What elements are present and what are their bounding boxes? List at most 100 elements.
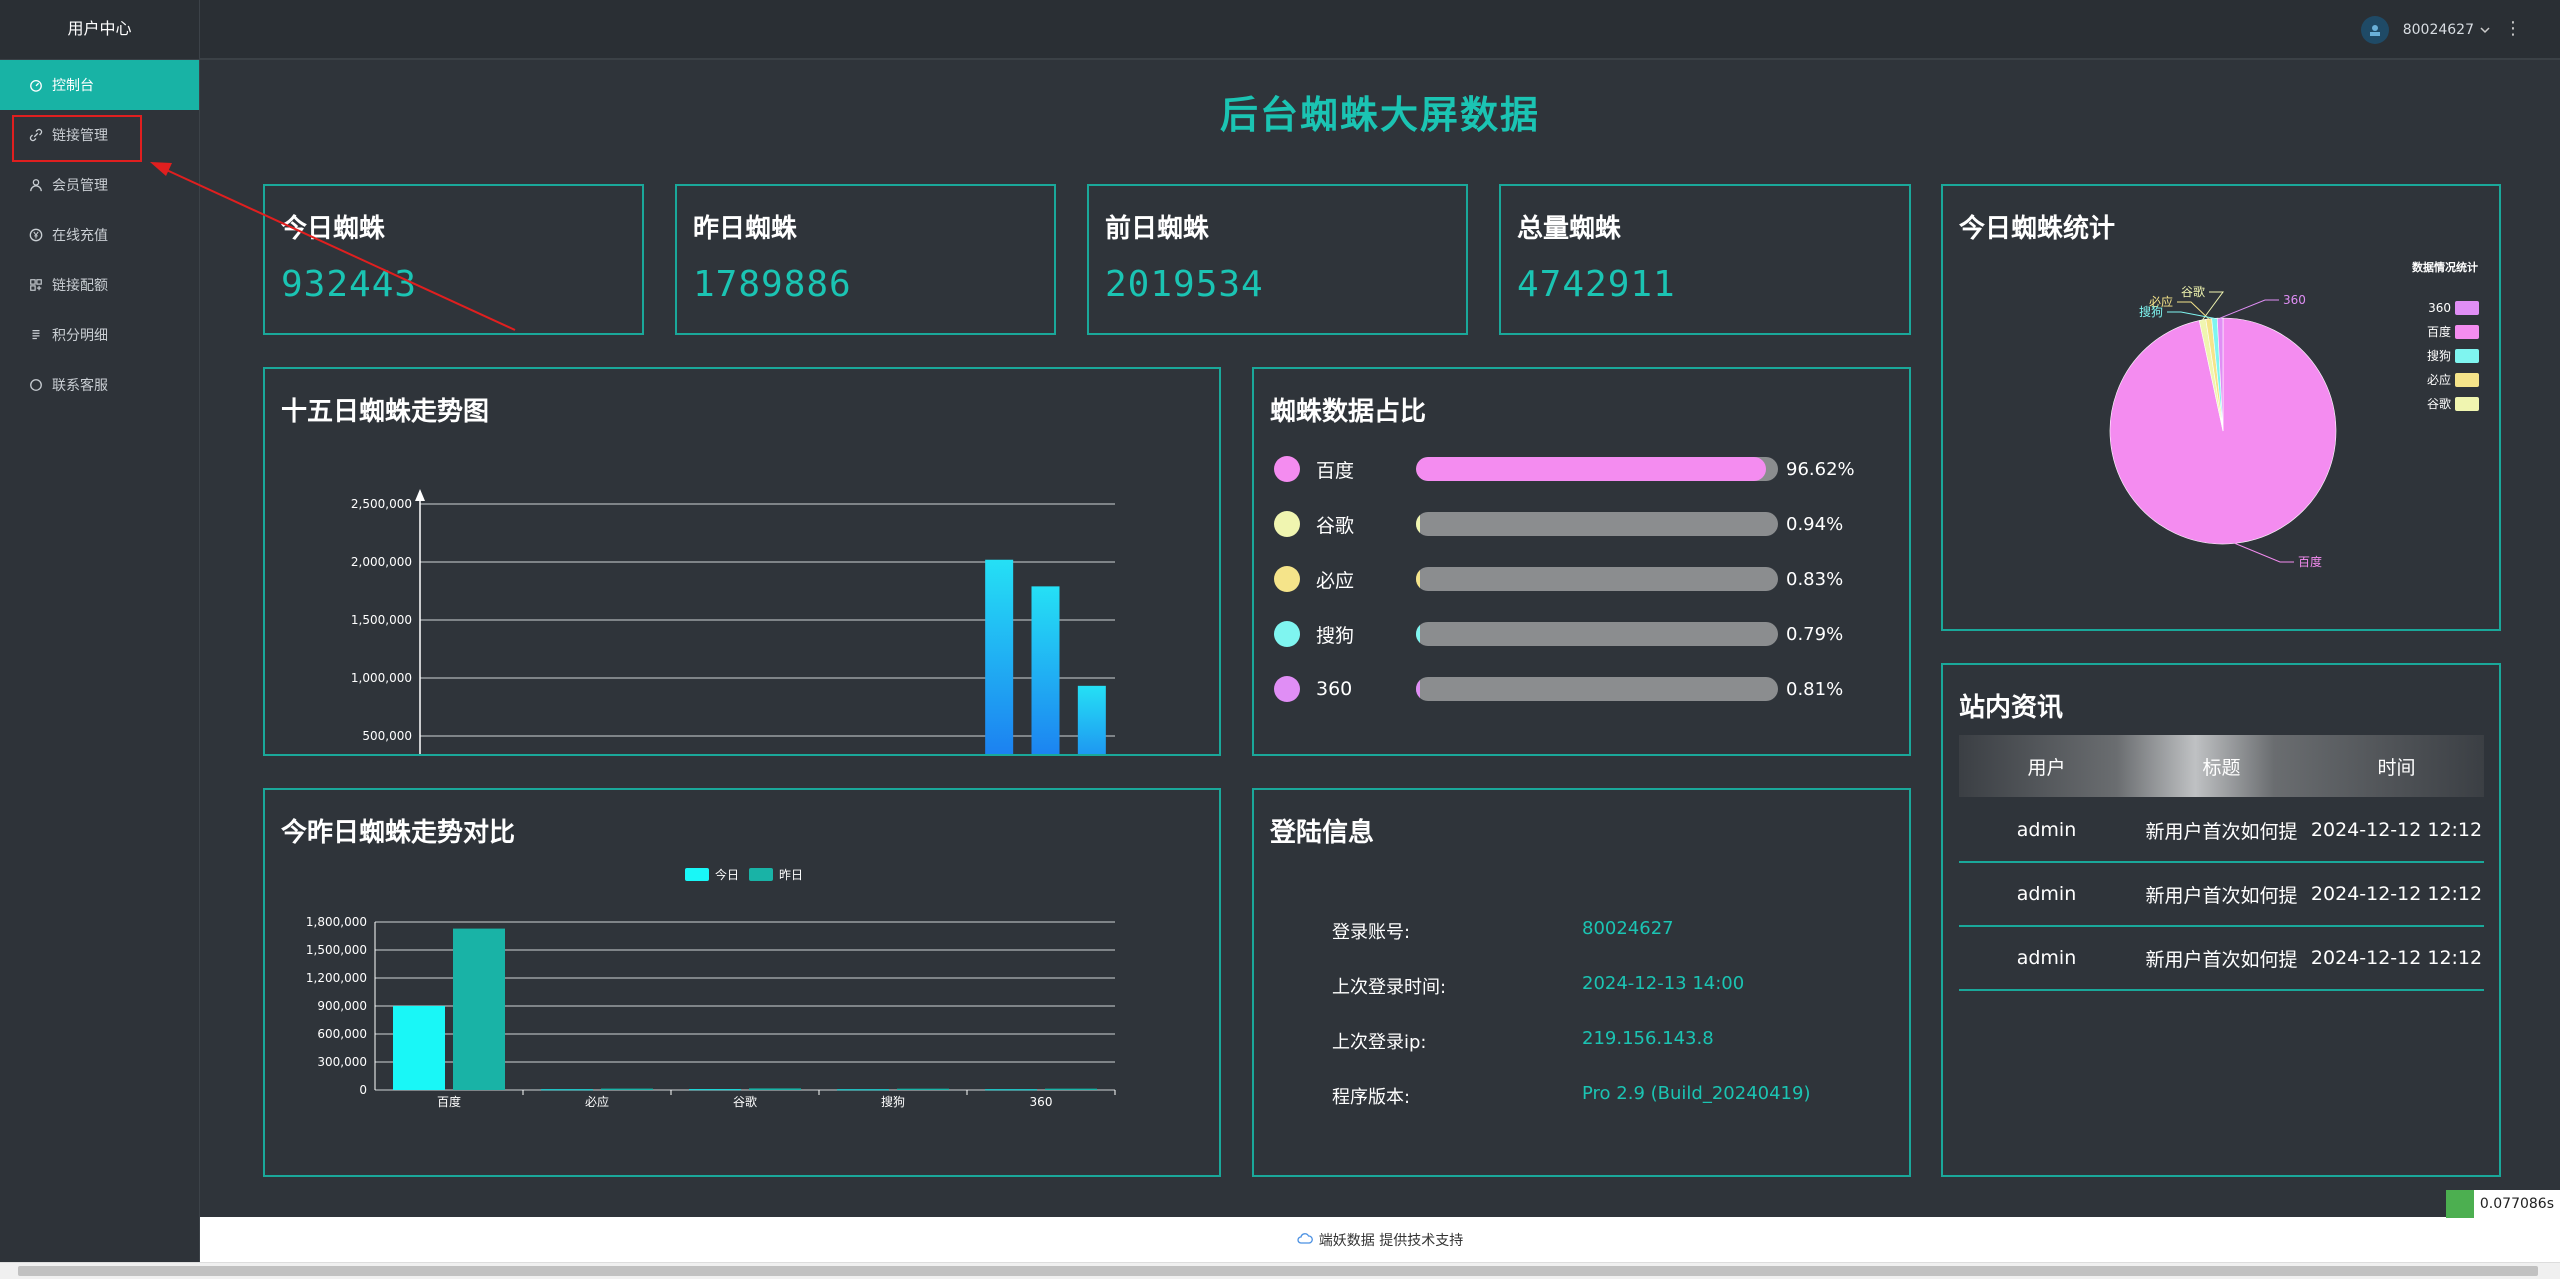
stat-card-total: 总量蜘蛛 4742911 [1499, 184, 1911, 335]
login-value: 219.156.143.8 [1582, 1028, 1714, 1049]
yen-icon [28, 227, 44, 243]
compare-chart: 今日 昨日 0 300,000 600,000 900,000 1,200,000 1,500… [306, 867, 1116, 1109]
sidebar-item-member-management[interactable]: 会员管理 [0, 160, 199, 210]
news-title[interactable]: 新用户首次如何提 [2134, 881, 2309, 908]
ratio-name: 搜狗 [1316, 624, 1355, 647]
stat-label: 前日蜘蛛 [1105, 214, 1210, 244]
legend-label: 昨日 [779, 868, 803, 882]
bar [837, 1089, 889, 1091]
x-tick-label: 搜狗 [881, 1094, 905, 1109]
login-info-card: 登陆信息 登录账号: 80024627 上次登录时间: 2024-12-13 1… [1252, 788, 1911, 1177]
legend-label: 今日 [715, 867, 739, 882]
trend-card: 十五日蜘蛛走势图 0500,0001,000,0001,500,0002,000… [263, 367, 1221, 756]
card-title: 站内资讯 [1959, 693, 2064, 723]
ratio-row: 搜狗 0.79% [1274, 614, 1874, 654]
cloud-icon [1297, 1232, 1313, 1248]
avatar [2360, 16, 2389, 44]
news-title[interactable]: 新用户首次如何提 [2134, 817, 2309, 844]
y-tick-label: 1,500,000 [351, 613, 412, 627]
legend-label: 谷歌 [2427, 396, 2451, 411]
table-row[interactable]: admin 新用户首次如何提 2024-12-12 12:12 [1959, 799, 2484, 863]
login-value: Pro 2.9 (Build_20240419) [1582, 1083, 1811, 1104]
stat-card-today: 今日蜘蛛 932443 [263, 184, 644, 335]
sidebar-item-contact-support[interactable]: 联系客服 [0, 360, 199, 410]
user-menu[interactable]: 80024627 [2360, 16, 2490, 44]
bar [1031, 586, 1060, 754]
table-row[interactable]: admin 新用户首次如何提 2024-12-12 12:12 [1959, 863, 2484, 927]
sidebar-item-label: 在线充值 [52, 228, 108, 244]
footer-text: 端妖数据 提供技术支持 [1318, 1232, 1464, 1249]
list-icon [28, 327, 44, 343]
stat-card-yesterday: 昨日蜘蛛 1789886 [675, 184, 1056, 335]
stat-label: 总量蜘蛛 [1517, 214, 1622, 244]
login-label: 登录账号: [1332, 922, 1411, 943]
x-tick-label: 百度 [437, 1094, 461, 1109]
legend-swatch [685, 868, 709, 881]
y-tick-label: 1,500,000 [306, 943, 367, 957]
ratio-track [1416, 457, 1778, 481]
legend-swatch [2455, 373, 2479, 387]
news-time: 2024-12-12 12:12 [2310, 883, 2483, 905]
ratio-track [1416, 512, 1778, 536]
stat-value: 4742911 [1517, 264, 1676, 305]
pie-label: 谷歌 [2181, 284, 2205, 299]
bar [985, 559, 1014, 754]
legend-dot [1274, 676, 1300, 702]
compare-card: 今昨日蜘蛛走势对比 今日 昨日 0 300,000 600,000 900,000 1,20… [263, 788, 1221, 1177]
news-time: 2024-12-12 12:12 [2310, 947, 2483, 969]
stat-value: 1789886 [693, 264, 852, 305]
y-tick-label: 300,000 [317, 1055, 367, 1069]
trend-chart: 0500,0001,000,0001,500,0002,000,0002,500… [351, 489, 1115, 754]
main-content: 后台蜘蛛大屏数据 今日蜘蛛 932443 昨日蜘蛛 1789886 前日蜘蛛 2… [200, 62, 2560, 1217]
ratio-row: 百度 96.62% [1274, 449, 1874, 489]
column-header: 标题 [2202, 756, 2241, 779]
sidebar-item-points-detail[interactable]: 积分明细 [0, 310, 199, 360]
table-row[interactable]: admin 新用户首次如何提 2024-12-12 12:12 [1959, 927, 2484, 991]
sidebar-item-dashboard[interactable]: 控制台 [0, 60, 199, 110]
login-row-last-ip: 上次登录ip: 219.156.143.8 [1332, 1028, 1892, 1054]
more-vertical-icon[interactable]: ⋮ [2504, 18, 2522, 39]
sidebar-item-label: 会员管理 [52, 178, 108, 194]
legend-label: 百度 [2427, 324, 2451, 339]
news-title[interactable]: 新用户首次如何提 [2134, 945, 2309, 972]
ratio-fill [1416, 512, 1420, 536]
sidebar-item-recharge[interactable]: 在线充值 [0, 210, 199, 260]
stat-value: 2019534 [1105, 264, 1264, 305]
x-tick-label: 谷歌 [733, 1094, 757, 1109]
chat-icon [28, 377, 44, 393]
y-tick-label: 1,000,000 [351, 671, 412, 685]
scrollbar-thumb[interactable] [18, 1266, 2538, 1276]
legend-swatch [749, 868, 773, 881]
pie-card: 今日蜘蛛统计 百度 谷歌 必应 搜狗 360 数据情况统计 360 百度 搜狗 必应 谷歌 [1941, 184, 2501, 631]
sidebar-title: 用户中心 [0, 0, 199, 60]
user-icon [28, 177, 44, 193]
sidebar-item-link-quota[interactable]: 链接配额 [0, 260, 199, 310]
y-tick-label: 900,000 [317, 999, 367, 1013]
y-tick-label: 2,500,000 [351, 497, 412, 511]
leader-line [2234, 542, 2294, 563]
login-label: 上次登录时间: [1332, 977, 1447, 998]
y-axis-arrow [415, 489, 425, 501]
sidebar-item-label: 链接配额 [52, 278, 108, 294]
ratio-percent: 0.94% [1786, 513, 1844, 535]
stat-card-day-before: 前日蜘蛛 2019534 [1087, 184, 1468, 335]
ratio-percent: 96.62% [1786, 458, 1855, 480]
ratio-row: 必应 0.83% [1274, 559, 1874, 599]
dashboard-icon [28, 77, 44, 93]
login-row-version: 程序版本: Pro 2.9 (Build_20240419) [1332, 1083, 1892, 1109]
stat-label: 今日蜘蛛 [281, 214, 386, 244]
horizontal-scrollbar[interactable] [0, 1262, 2560, 1279]
sidebar: 用户中心 控制台 链接管理 会员管理 在线充值 链接配额 积分明细 联系客服 [0, 0, 200, 1262]
sidebar-item-label: 积分明细 [52, 328, 108, 344]
bar [541, 1089, 593, 1091]
top-bar: 80024627 ⋮ [200, 0, 2560, 60]
highlight-box [12, 115, 142, 162]
legend-dot [1274, 456, 1300, 482]
pie-label: 百度 [2298, 554, 2322, 569]
bar [393, 1005, 445, 1090]
footer: 端妖数据 提供技术支持 [200, 1217, 2560, 1262]
ratio-percent: 0.81% [1786, 678, 1844, 700]
page-title: 后台蜘蛛大屏数据 [1219, 93, 1540, 137]
leader-line [2219, 299, 2279, 319]
news-user: admin [2016, 883, 2077, 905]
